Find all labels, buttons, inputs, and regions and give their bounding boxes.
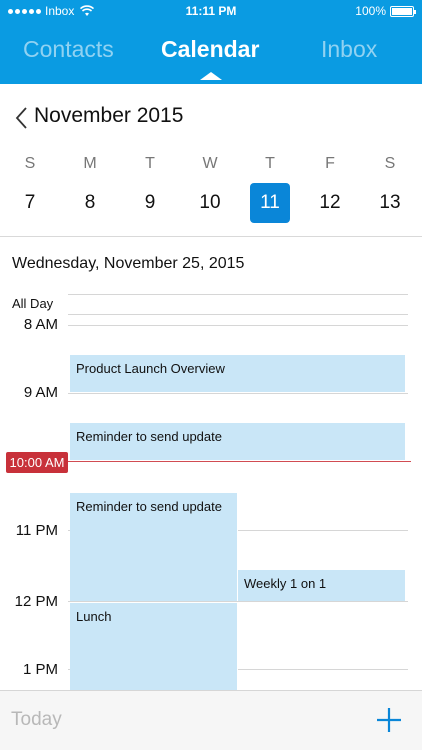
date-cell[interactable]: 13	[370, 183, 410, 223]
month-nav: November 2015	[0, 98, 422, 134]
plus-icon[interactable]	[376, 707, 402, 733]
weekday-header: S M T W T F S	[0, 155, 422, 173]
active-tab-indicator-icon	[200, 72, 222, 80]
date-cell[interactable]: 10	[190, 183, 230, 223]
bottom-toolbar: Today	[0, 690, 422, 750]
event-block[interactable]: Reminder to send update	[70, 493, 238, 601]
event-title: Lunch	[76, 609, 112, 624]
month-title: November 2015	[34, 104, 184, 127]
event-block[interactable]: Lunch	[70, 603, 238, 690]
weekday-label: M	[83, 155, 97, 172]
day-title: Wednesday, November 25, 2015	[12, 255, 245, 272]
tab-inbox[interactable]: Inbox	[321, 36, 377, 63]
hour-label: 8 AM	[23, 316, 58, 333]
weekday-label: W	[202, 155, 218, 172]
event-title: Weekly 1 on 1	[244, 576, 327, 591]
grid-line	[68, 314, 408, 315]
weekday-label: S	[24, 155, 36, 172]
event-block[interactable]: Reminder to send update	[70, 423, 406, 460]
status-right: 100%	[355, 4, 416, 18]
hour-label: 1 PM	[22, 661, 58, 678]
event-block[interactable]: Product Launch Overview	[70, 355, 406, 392]
date-strip: 7 8 9 10 11 12 13	[0, 183, 422, 223]
all-day-label: All Day	[12, 296, 54, 311]
event-title: Reminder to send update	[76, 499, 222, 514]
date-cell[interactable]: 12	[310, 183, 350, 223]
tab-calendar[interactable]: Calendar	[161, 36, 259, 63]
current-time-badge: 10:00 AM	[6, 452, 68, 473]
weekday-label: S	[384, 155, 396, 172]
event-title: Reminder to send update	[76, 429, 222, 444]
weekday-label: T	[265, 155, 275, 172]
hour-label: 11 PM	[15, 522, 58, 539]
today-button[interactable]: Today	[11, 709, 62, 731]
grid-line	[68, 294, 408, 295]
battery-percent: 100%	[355, 4, 386, 18]
battery-icon	[390, 5, 416, 17]
status-bar: Inbox 11:11 PM 100%	[0, 0, 422, 22]
grid-line	[68, 601, 408, 602]
date-cell-selected[interactable]: 11	[250, 183, 290, 223]
app-header: Inbox 11:11 PM 100% Contacts Calendar In…	[0, 0, 422, 84]
tab-contacts[interactable]: Contacts	[23, 36, 114, 63]
chevron-left-icon[interactable]	[14, 106, 28, 130]
weekday-label: T	[145, 155, 155, 172]
event-block[interactable]: Weekly 1 on 1	[238, 570, 406, 601]
weekday-label: F	[325, 155, 335, 172]
hour-label: 12 PM	[14, 593, 58, 610]
grid-line	[68, 393, 408, 394]
header-divider	[0, 236, 422, 237]
current-time-line	[68, 461, 411, 462]
date-cell[interactable]: 7	[10, 183, 50, 223]
date-cell[interactable]: 9	[130, 183, 170, 223]
event-title: Product Launch Overview	[76, 361, 225, 376]
grid-line	[68, 325, 408, 326]
hour-label: 9 AM	[23, 384, 58, 401]
date-cell[interactable]: 8	[70, 183, 110, 223]
